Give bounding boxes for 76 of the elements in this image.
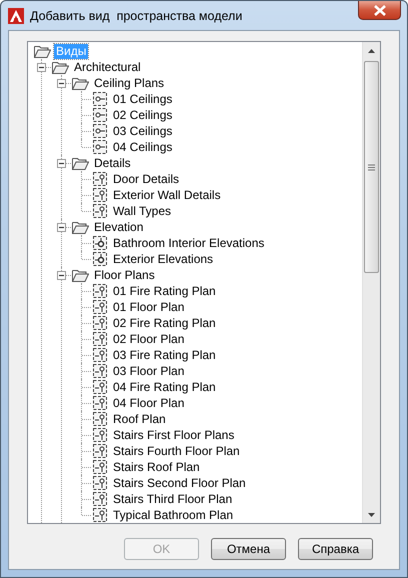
detail-view-icon [92, 379, 108, 395]
scrollbar[interactable] [362, 42, 380, 523]
tree-item[interactable]: Roof Plan [111, 412, 168, 426]
elevation-view-icon [92, 235, 108, 251]
elevation-view-icon [92, 251, 108, 267]
detail-view-icon [92, 459, 108, 475]
view-icon [92, 107, 108, 123]
tree-item[interactable]: Architectural [72, 60, 143, 74]
tree-item[interactable]: Ceiling Plans [92, 76, 166, 90]
close-icon [372, 4, 386, 16]
detail-view-icon [92, 507, 108, 523]
tree-item[interactable]: Stairs Fourth Floor Plan [111, 444, 242, 458]
view-icon [92, 123, 108, 139]
detail-view-icon [92, 347, 108, 363]
tree-item[interactable]: Exterior Elevations [111, 252, 216, 266]
tree-item[interactable]: Floor Plans [92, 268, 157, 282]
tree-item[interactable]: 03 Fire Rating Plan [111, 348, 218, 362]
collapse-icon[interactable] [57, 79, 66, 88]
detail-view-icon [92, 427, 108, 443]
detail-view-icon [92, 331, 108, 347]
scroll-up-icon[interactable] [368, 48, 375, 52]
view-tree[interactable] [27, 41, 381, 524]
grip-icon [368, 164, 375, 170]
detail-view-icon [92, 491, 108, 507]
tree-item[interactable]: 04 Floor Plan [111, 396, 186, 410]
tree-item[interactable]: Stairs Roof Plan [111, 460, 202, 474]
tree-item[interactable]: 04 Ceilings [111, 140, 174, 154]
tree-item[interactable]: 04 Fire Rating Plan [111, 380, 218, 394]
dialog-button[interactable]: Справка [298, 538, 373, 560]
app-logo-icon [8, 8, 24, 24]
tree-item[interactable]: 01 Ceilings [111, 92, 174, 106]
detail-view-icon [92, 443, 108, 459]
detail-view-icon [92, 299, 108, 315]
tree-item[interactable]: Bathroom Interior Elevations [111, 236, 266, 250]
tree-item[interactable]: 02 Ceilings [111, 108, 174, 122]
tree-item[interactable]: 02 Fire Rating Plan [111, 316, 218, 330]
scroll-thumb[interactable] [364, 61, 379, 273]
tree-item[interactable]: Details [92, 156, 133, 170]
window-title: Добавить вид пространства модели [30, 8, 244, 22]
detail-view-icon [92, 171, 108, 187]
detail-view-icon [92, 363, 108, 379]
tree-item[interactable]: 02 Floor Plan [111, 332, 186, 346]
detail-view-icon [92, 315, 108, 331]
scroll-down-icon[interactable] [368, 512, 375, 516]
detail-view-icon [92, 475, 108, 491]
tree-item[interactable]: Stairs First Floor Plans [111, 428, 236, 442]
collapse-icon[interactable] [57, 159, 66, 168]
detail-view-icon [92, 187, 108, 203]
collapse-icon[interactable] [37, 63, 46, 72]
tree-item[interactable]: Typical Bathroom Plan [111, 508, 236, 522]
collapse-icon[interactable] [57, 271, 66, 280]
detail-view-icon [92, 203, 108, 219]
tree-item[interactable]: Elevation [92, 220, 146, 234]
view-icon [92, 139, 108, 155]
close-button[interactable] [358, 1, 401, 20]
open-folder-icon [52, 60, 69, 74]
tree-item[interactable]: Door Details [111, 172, 182, 186]
tree-item[interactable]: 03 Ceilings [111, 124, 174, 138]
open-folder-icon [72, 156, 89, 170]
view-icon [92, 91, 108, 107]
tree-item[interactable]: 01 Fire Rating Plan [111, 284, 218, 298]
tree-item[interactable]: Stairs Second Floor Plan [111, 476, 248, 490]
open-folder-icon [72, 268, 89, 282]
open-folder-icon [34, 44, 51, 58]
detail-view-icon [92, 283, 108, 299]
tree-item[interactable]: 03 Floor Plan [111, 364, 186, 378]
detail-view-icon [92, 411, 108, 427]
open-folder-icon [72, 76, 89, 90]
collapse-icon[interactable] [57, 223, 66, 232]
tree-item[interactable]: Wall Types [111, 204, 174, 218]
open-folder-icon [72, 220, 89, 234]
tree-item[interactable]: 01 Floor Plan [111, 300, 186, 314]
tree-item[interactable]: Exterior Wall Details [111, 188, 223, 202]
tree-item[interactable]: Stairs Third Floor Plan [111, 492, 234, 506]
detail-view-icon [92, 395, 108, 411]
dialog-button[interactable]: Отмена [211, 538, 286, 560]
